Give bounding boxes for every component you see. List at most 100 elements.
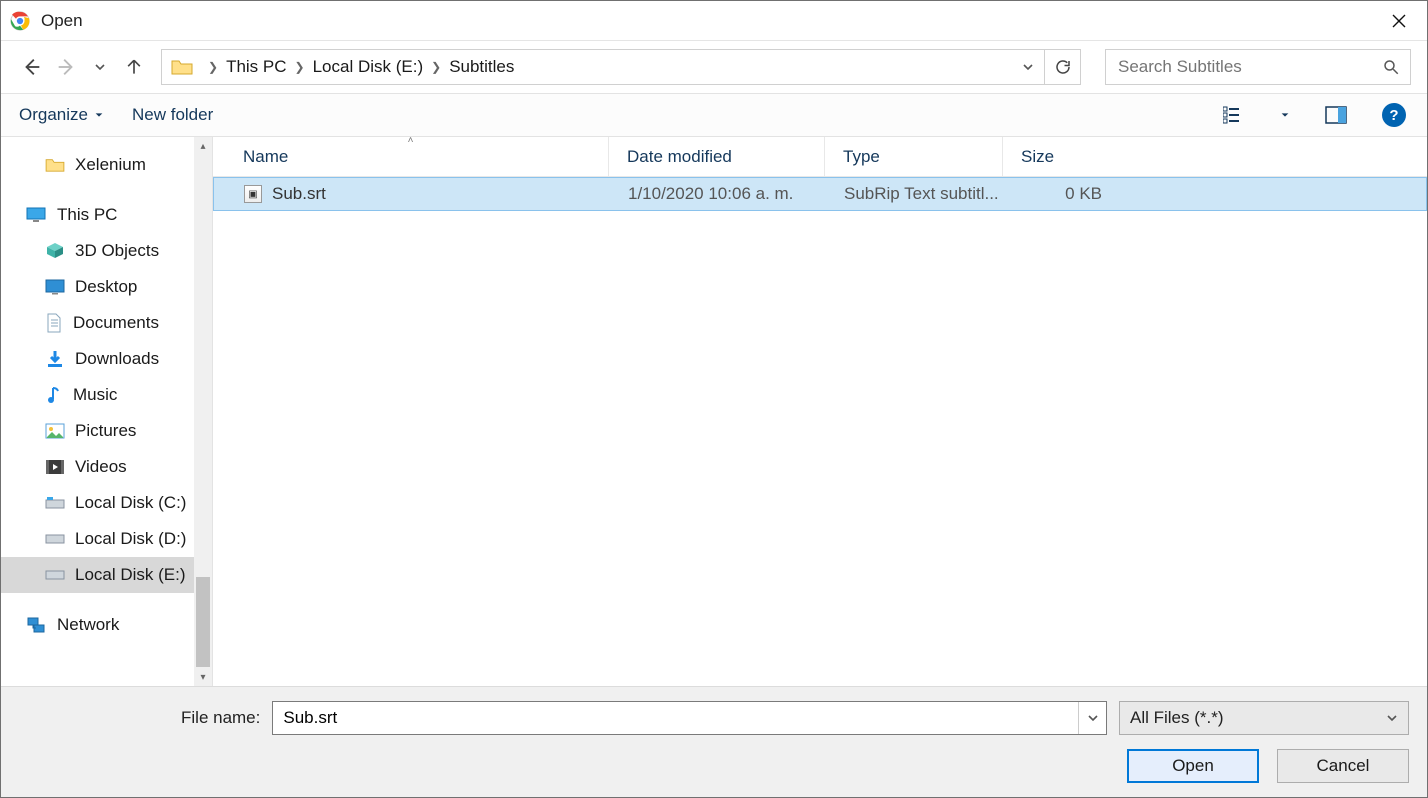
tree-item-network[interactable]: Network: [1, 607, 212, 643]
column-label: Size: [1021, 147, 1054, 167]
navigation-bar: ❯ This PC ❯ Local Disk (E:) ❯ Subtitles: [1, 41, 1427, 93]
help-button[interactable]: ?: [1379, 100, 1409, 130]
tree-item-music[interactable]: Music: [1, 377, 212, 413]
tree-label: Music: [73, 385, 117, 405]
file-name-label: File name:: [181, 708, 260, 728]
help-icon: ?: [1382, 103, 1406, 127]
view-dropdown-button[interactable]: [1277, 100, 1293, 130]
view-options-button[interactable]: [1219, 100, 1249, 130]
preview-pane-button[interactable]: [1321, 100, 1351, 130]
column-headers: Name ˄ Date modified Type Size: [213, 137, 1427, 177]
file-name: Sub.srt: [272, 184, 326, 204]
column-name[interactable]: Name ˄: [213, 137, 609, 176]
column-label: Type: [843, 147, 880, 167]
window-title: Open: [41, 11, 83, 31]
column-size[interactable]: Size: [1003, 137, 1121, 176]
file-name-field[interactable]: [272, 701, 1107, 735]
scroll-thumb[interactable]: [196, 577, 210, 667]
tree-label: Downloads: [75, 349, 159, 369]
tree-label: This PC: [57, 205, 117, 225]
tree-label: Local Disk (C:): [75, 493, 186, 513]
tree-label: Desktop: [75, 277, 137, 297]
back-button[interactable]: [17, 52, 47, 82]
chevron-right-icon[interactable]: ❯: [425, 60, 447, 74]
monitor-icon: [25, 206, 47, 224]
up-button[interactable]: [119, 52, 149, 82]
file-row[interactable]: ▣ Sub.srt 1/10/2020 10:06 a. m. SubRip T…: [213, 177, 1427, 211]
folder-icon: [168, 56, 196, 78]
new-folder-button[interactable]: New folder: [132, 105, 213, 125]
tree-item-disk-e[interactable]: Local Disk (E:): [1, 557, 212, 593]
tree-label: Videos: [75, 457, 127, 477]
music-icon: [45, 385, 63, 405]
tree-label: Local Disk (D:): [75, 529, 186, 549]
cancel-button[interactable]: Cancel: [1277, 749, 1409, 783]
network-icon: [25, 616, 47, 634]
video-icon: [45, 459, 65, 475]
crumb-this-pc[interactable]: This PC: [224, 57, 288, 77]
chevron-right-icon[interactable]: ❯: [289, 60, 311, 74]
chevron-right-icon[interactable]: ❯: [202, 60, 224, 74]
tree-item-desktop[interactable]: Desktop: [1, 269, 212, 305]
tree-label: Local Disk (E:): [75, 565, 186, 585]
close-button[interactable]: [1379, 1, 1419, 41]
tree-item-downloads[interactable]: Downloads: [1, 341, 212, 377]
column-label: Name: [243, 147, 288, 167]
organize-label: Organize: [19, 105, 88, 125]
srt-file-icon: ▣: [244, 185, 262, 203]
file-name-input[interactable]: [273, 708, 1078, 728]
tree-item-disk-c[interactable]: Local Disk (C:): [1, 485, 212, 521]
file-list: Name ˄ Date modified Type Size ▣ Sub.srt…: [213, 137, 1427, 686]
scroll-down-icon[interactable]: ▾: [194, 668, 212, 686]
file-size: 0 KB: [1004, 184, 1122, 204]
navigation-tree: Xelenium This PC 3D Objects Desktop: [1, 137, 213, 686]
column-label: Date modified: [627, 147, 732, 167]
disk-icon: [45, 496, 65, 510]
crumb-folder[interactable]: Subtitles: [447, 57, 516, 77]
folder-icon: [45, 157, 65, 173]
crumb-disk[interactable]: Local Disk (E:): [311, 57, 426, 77]
tree-label: Documents: [73, 313, 159, 333]
cube-icon: [45, 242, 65, 260]
tree-label: 3D Objects: [75, 241, 159, 261]
scroll-up-icon[interactable]: ▴: [194, 137, 212, 155]
tree-item-3d-objects[interactable]: 3D Objects: [1, 233, 212, 269]
tree-item-documents[interactable]: Documents: [1, 305, 212, 341]
column-date[interactable]: Date modified: [609, 137, 825, 176]
sort-ascending-icon: ˄: [408, 135, 414, 146]
address-bar[interactable]: ❯ This PC ❯ Local Disk (E:) ❯ Subtitles: [161, 49, 1081, 85]
button-label: Cancel: [1317, 756, 1370, 776]
column-type[interactable]: Type: [825, 137, 1003, 176]
open-button[interactable]: Open: [1127, 749, 1259, 783]
tree-scrollbar[interactable]: ▴ ▾: [194, 137, 212, 686]
tree-item-videos[interactable]: Videos: [1, 449, 212, 485]
chevron-down-icon: [1386, 712, 1398, 724]
chrome-icon: [9, 10, 31, 32]
download-icon: [45, 349, 65, 369]
recent-locations-button[interactable]: [85, 52, 115, 82]
search-input[interactable]: [1116, 56, 1382, 78]
file-type-filter[interactable]: All Files (*.*): [1119, 701, 1409, 735]
file-name-dropdown-button[interactable]: [1078, 702, 1106, 734]
titlebar: Open: [1, 1, 1427, 41]
tree-item-this-pc[interactable]: This PC: [1, 197, 212, 233]
tree-item-xelenium[interactable]: Xelenium: [1, 147, 212, 183]
desktop-icon: [45, 279, 65, 295]
file-rows: ▣ Sub.srt 1/10/2020 10:06 a. m. SubRip T…: [213, 177, 1427, 686]
dialog-footer: File name: All Files (*.*) Open Cancel: [1, 686, 1427, 797]
new-folder-label: New folder: [132, 105, 213, 125]
forward-button[interactable]: [51, 52, 81, 82]
disk-icon: [45, 569, 65, 581]
search-box[interactable]: [1105, 49, 1411, 85]
picture-icon: [45, 423, 65, 439]
toolbar: Organize New folder ?: [1, 93, 1427, 137]
organize-button[interactable]: Organize: [19, 105, 104, 125]
dialog-body: Xelenium This PC 3D Objects Desktop: [1, 137, 1427, 686]
address-dropdown-button[interactable]: [1012, 61, 1044, 73]
tree-item-disk-d[interactable]: Local Disk (D:): [1, 521, 212, 557]
file-type-label: All Files (*.*): [1130, 708, 1224, 728]
file-date: 1/10/2020 10:06 a. m.: [610, 184, 826, 204]
refresh-button[interactable]: [1044, 50, 1080, 84]
search-icon: [1382, 58, 1400, 76]
tree-item-pictures[interactable]: Pictures: [1, 413, 212, 449]
